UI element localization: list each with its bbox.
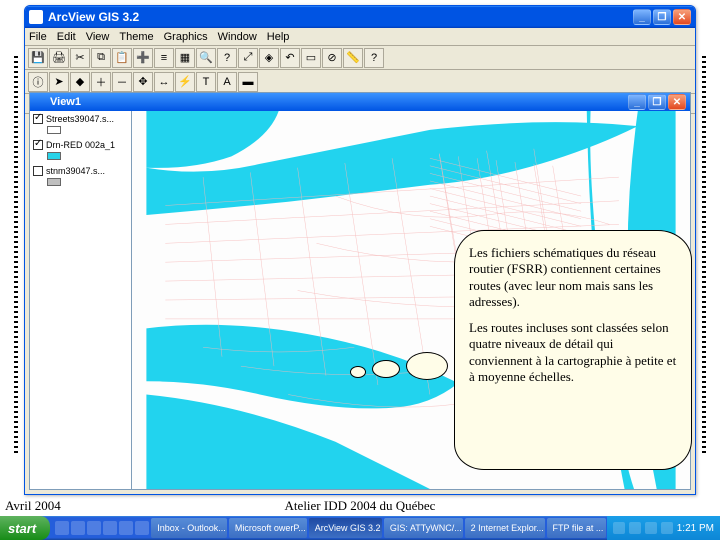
print-icon[interactable]: 🖨 (49, 48, 69, 68)
tray-clock[interactable]: 1:21 PM (677, 523, 714, 534)
menubar: File Edit View Theme Graphics Window Hel… (25, 28, 695, 46)
tray-icon[interactable] (629, 522, 641, 534)
select-icon[interactable]: ▭ (301, 48, 321, 68)
tray-icon[interactable] (645, 522, 657, 534)
zoom-in-icon[interactable]: ＋ (91, 72, 111, 92)
taskbar-item[interactable]: GIS: ATTyWNC/... (384, 518, 463, 538)
deselect-icon[interactable]: ⊘ (322, 48, 342, 68)
help-icon[interactable]: ? (364, 48, 384, 68)
ql-icon[interactable] (135, 521, 149, 535)
footer-title: Atelier IDD 2004 du Québec (0, 498, 720, 514)
taskbar-item[interactable]: Microsoft owerP... (229, 518, 307, 538)
copy-icon[interactable]: ⧉ (91, 48, 111, 68)
menu-file[interactable]: File (29, 31, 47, 43)
view-minimize-button[interactable]: _ (628, 94, 646, 110)
toolbar-main: 💾🖨✂⧉📋➕≡▦🔍?⤢◈↶▭⊘📏? (25, 46, 695, 70)
measure-tool-icon[interactable]: ↔ (154, 72, 174, 92)
view-close-button[interactable]: ✕ (668, 94, 686, 110)
slide-border-right (702, 56, 706, 456)
close-button[interactable]: ✕ (673, 9, 691, 25)
menu-view[interactable]: View (86, 31, 110, 43)
titlebar[interactable]: ArcView GIS 3.2 _ ❐ ✕ (25, 6, 695, 28)
taskbar-item[interactable]: ArcView GIS 3.2 (309, 518, 382, 538)
taskbar-item[interactable]: FTP file at ... (547, 518, 606, 538)
taskbar-item[interactable]: 2 Internet Explor... (465, 518, 545, 538)
callout-tail-3 (350, 366, 366, 378)
menu-theme[interactable]: Theme (119, 31, 153, 43)
ql-icon[interactable] (103, 521, 117, 535)
menu-window[interactable]: Window (218, 31, 257, 43)
layer-swatch (47, 126, 61, 134)
theme-props-icon[interactable]: ≡ (154, 48, 174, 68)
layer-checkbox[interactable] (33, 140, 43, 150)
find-icon[interactable]: 🔍 (196, 48, 216, 68)
menu-edit[interactable]: Edit (57, 31, 76, 43)
zoom-active-icon[interactable]: ◈ (259, 48, 279, 68)
ql-icon[interactable] (119, 521, 133, 535)
layer-name: Streets39047.s... (46, 114, 114, 124)
label-icon[interactable]: T (196, 72, 216, 92)
layer-name: stnm39047.s... (46, 166, 105, 176)
window-controls: _ ❐ ✕ (633, 9, 691, 25)
taskbar-item[interactable]: Inbox - Outlook... (151, 518, 227, 538)
layer-swatch (47, 152, 61, 160)
layer-item[interactable]: stnm39047.s... (33, 166, 128, 186)
callout-text-2: Les routes incluses sont classées selon … (469, 320, 677, 385)
measure-icon[interactable]: 📏 (343, 48, 363, 68)
start-button[interactable]: start (0, 516, 50, 540)
ql-icon[interactable] (87, 521, 101, 535)
text-icon[interactable]: A (217, 72, 237, 92)
pan-icon[interactable]: ✥ (133, 72, 153, 92)
callout-body: Les fichiers schématiques du réseau rout… (454, 230, 692, 470)
save-icon[interactable]: 💾 (28, 48, 48, 68)
slide-border-left (14, 56, 18, 456)
add-theme-icon[interactable]: ➕ (133, 48, 153, 68)
cut-icon[interactable]: ✂ (70, 48, 90, 68)
tray-icon[interactable] (613, 522, 625, 534)
layer-name: Drn-RED 002a_1 (46, 140, 115, 150)
identify-icon[interactable]: ⓘ (28, 72, 48, 92)
app-icon (29, 10, 43, 24)
menu-graphics[interactable]: Graphics (164, 31, 208, 43)
menu-help[interactable]: Help (267, 31, 290, 43)
callout-text-1: Les fichiers schématiques du réseau rout… (469, 245, 677, 310)
view-maximize-button[interactable]: ❐ (648, 94, 666, 110)
layer-item[interactable]: Drn-RED 002a_1 (33, 140, 128, 160)
vertex-icon[interactable]: ◆ (70, 72, 90, 92)
zoom-prev-icon[interactable]: ↶ (280, 48, 300, 68)
layer-checkbox[interactable] (33, 114, 43, 124)
view-titlebar[interactable]: View1 _ ❐ ✕ (30, 93, 690, 111)
system-tray[interactable]: 1:21 PM (607, 516, 720, 540)
taskbar: start Inbox - Outlook...Microsoft owerP.… (0, 516, 720, 540)
zoom-out-icon[interactable]: － (112, 72, 132, 92)
task-items: Inbox - Outlook...Microsoft owerP...ArcV… (150, 518, 607, 538)
minimize-button[interactable]: _ (633, 9, 651, 25)
zoom-full-icon[interactable]: ⤢ (238, 48, 258, 68)
paste-icon[interactable]: 📋 (112, 48, 132, 68)
toolbar-tools: ⓘ➤◆＋－✥↔⚡TA▬ (25, 70, 695, 94)
ql-icon[interactable] (55, 521, 69, 535)
draw-icon[interactable]: ▬ (238, 72, 258, 92)
view-title: View1 (50, 96, 628, 108)
hotlink-icon[interactable]: ⚡ (175, 72, 195, 92)
table-of-contents[interactable]: Streets39047.s... Drn-RED 002a_1 stnm39047… (30, 111, 132, 489)
tray-icon[interactable] (661, 522, 673, 534)
callout-cloud: Les fichiers schématiques du réseau rout… (454, 230, 692, 470)
view-icon (34, 96, 46, 108)
layer-checkbox[interactable] (33, 166, 43, 176)
table-icon[interactable]: ▦ (175, 48, 195, 68)
callout-tail-1 (406, 352, 448, 380)
app-title: ArcView GIS 3.2 (48, 10, 633, 24)
maximize-button[interactable]: ❐ (653, 9, 671, 25)
callout-tail-2 (372, 360, 400, 378)
layer-swatch (47, 178, 61, 186)
ql-icon[interactable] (71, 521, 85, 535)
query-icon[interactable]: ? (217, 48, 237, 68)
pointer-icon[interactable]: ➤ (49, 72, 69, 92)
layer-item[interactable]: Streets39047.s... (33, 114, 128, 134)
